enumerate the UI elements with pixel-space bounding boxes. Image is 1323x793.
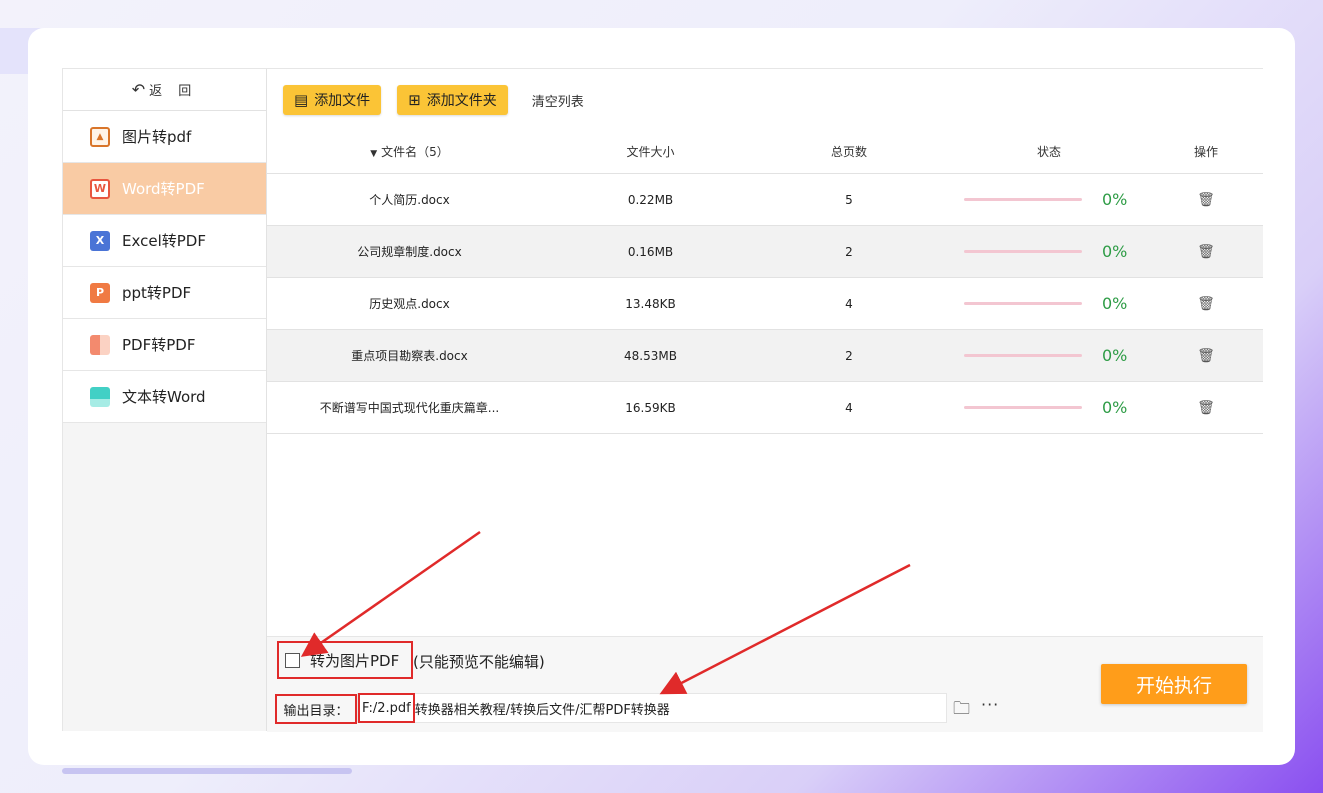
image-pdf-checkbox[interactable] bbox=[285, 652, 300, 668]
progress-percent: 0% bbox=[1102, 242, 1128, 261]
header-size: 文件大小 bbox=[626, 144, 675, 159]
file-size: 16.59KB bbox=[625, 400, 676, 415]
more-options-icon[interactable]: ··· bbox=[981, 695, 999, 714]
file-pages: 5 bbox=[845, 192, 853, 207]
table-header: ▼ 文件名（5） 文件大小 总页数 状态 操作 bbox=[267, 129, 1263, 174]
progress-percent: 0% bbox=[1102, 398, 1128, 417]
table-row[interactable]: 个人简历.docx 0.22MB 5 0% 🗑 bbox=[267, 174, 1263, 226]
text-icon bbox=[90, 386, 110, 407]
file-status: 0% bbox=[949, 398, 1149, 417]
pdf-icon bbox=[90, 334, 110, 355]
add-file-button[interactable]: ▤ 添加文件 bbox=[283, 85, 382, 115]
file-table: ▼ 文件名（5） 文件大小 总页数 状态 操作 个人简历.docx 0.22MB … bbox=[267, 129, 1263, 434]
sidebar-item-label: Excel转PDF bbox=[122, 232, 206, 250]
progress-bar bbox=[964, 354, 1082, 357]
file-size: 0.22MB bbox=[627, 192, 674, 207]
file-pages: 4 bbox=[845, 296, 853, 311]
add-file-label: 添加文件 bbox=[314, 93, 371, 109]
output-dir-prefix: F:/2.pdf bbox=[358, 693, 415, 723]
trash-icon[interactable]: 🗑 bbox=[1197, 348, 1215, 364]
add-folder-label: 添加文件夹 bbox=[426, 93, 497, 109]
trash-icon[interactable]: 🗑 bbox=[1197, 400, 1215, 416]
sidebar-item-image-to-pdf[interactable]: ▲ 图片转pdf bbox=[63, 111, 266, 163]
file-status: 0% bbox=[949, 294, 1149, 313]
sidebar-item-pdf-to-pdf[interactable]: PDF转PDF bbox=[63, 319, 266, 371]
header-filename[interactable]: ▼ 文件名（5） bbox=[267, 143, 552, 160]
trash-icon[interactable]: 🗑 bbox=[1197, 192, 1215, 208]
sidebar-item-label: PDF转PDF bbox=[122, 336, 196, 354]
output-dir-label: 输出目录： bbox=[275, 694, 357, 724]
image-pdf-note: (只能预览不能编辑) bbox=[413, 653, 545, 671]
file-size: 13.48KB bbox=[625, 296, 676, 311]
back-label: 返 回 bbox=[149, 84, 198, 99]
undo-arrow-icon: ↶ bbox=[131, 80, 146, 99]
sidebar-item-text-to-word[interactable]: 文本转Word bbox=[63, 371, 266, 423]
ppt-icon: P bbox=[90, 282, 110, 303]
file-status: 0% bbox=[949, 346, 1149, 365]
excel-icon: X bbox=[90, 230, 110, 251]
main-panel: ▤ 添加文件 ⊞ 添加文件夹 清空列表 ▼ 文件名（5） 文件大小 总页数 状态 … bbox=[267, 69, 1263, 732]
trash-icon[interactable]: 🗑 bbox=[1197, 296, 1215, 312]
add-folder-button[interactable]: ⊞ 添加文件夹 bbox=[397, 85, 508, 115]
image-pdf-option: 转为图片PDF bbox=[277, 641, 413, 679]
sidebar-item-word-to-pdf[interactable]: W Word转PDF bbox=[63, 163, 266, 215]
folder-open-icon[interactable]: 🗀 bbox=[953, 696, 970, 725]
background-line bbox=[62, 768, 352, 774]
header-action: 操作 bbox=[1193, 144, 1218, 159]
table-row[interactable]: 公司规章制度.docx 0.16MB 2 0% 🗑 bbox=[267, 226, 1263, 278]
file-name: 重点项目勘察表.docx bbox=[351, 349, 468, 363]
file-pages: 2 bbox=[845, 348, 853, 363]
start-button[interactable]: 开始执行 bbox=[1101, 664, 1247, 704]
output-dir-path: 转换器相关教程/转换后文件/汇帮PDF转换器 bbox=[414, 702, 670, 718]
file-status: 0% bbox=[949, 190, 1149, 209]
trash-icon[interactable]: 🗑 bbox=[1197, 244, 1215, 260]
sort-down-icon: ▼ bbox=[370, 148, 378, 159]
add-folder-icon: ⊞ bbox=[408, 91, 421, 109]
file-pages: 4 bbox=[845, 400, 853, 415]
sidebar-item-label: ppt转PDF bbox=[122, 284, 192, 302]
header-pages: 总页数 bbox=[830, 144, 867, 159]
progress-bar bbox=[964, 406, 1082, 409]
output-dir-field[interactable]: F:/2.pdf 转换器相关教程/转换后文件/汇帮PDF转换器 bbox=[357, 693, 947, 723]
header-status: 状态 bbox=[1036, 144, 1061, 159]
toolbar: ▤ 添加文件 ⊞ 添加文件夹 清空列表 bbox=[283, 85, 584, 115]
progress-percent: 0% bbox=[1102, 294, 1128, 313]
app-window: ↶ 返 回 ▲ 图片转pdf W Word转PDF X Excel转PDF P … bbox=[62, 68, 1263, 732]
header-filename-label: 文件名（5） bbox=[381, 144, 449, 159]
sidebar-item-ppt-to-pdf[interactable]: P ppt转PDF bbox=[63, 267, 266, 319]
sidebar-item-excel-to-pdf[interactable]: X Excel转PDF bbox=[63, 215, 266, 267]
image-pdf-label: 转为图片PDF bbox=[310, 651, 400, 670]
footer-options: 转为图片PDF (只能预览不能编辑) 输出目录： F:/2.pdf 转换器相关教程… bbox=[267, 636, 1263, 732]
file-size: 0.16MB bbox=[627, 244, 674, 259]
image-icon: ▲ bbox=[90, 126, 110, 147]
add-file-icon: ▤ bbox=[294, 91, 309, 109]
file-name: 公司规章制度.docx bbox=[357, 245, 462, 259]
clear-list-button[interactable]: 清空列表 bbox=[532, 91, 584, 110]
back-button[interactable]: ↶ 返 回 bbox=[63, 69, 266, 111]
file-name: 不断谱写中国式现代化重庆篇章... bbox=[319, 401, 500, 415]
file-name: 历史观点.docx bbox=[369, 297, 450, 311]
sidebar: ↶ 返 回 ▲ 图片转pdf W Word转PDF X Excel转PDF P … bbox=[63, 69, 267, 731]
progress-percent: 0% bbox=[1102, 190, 1128, 209]
progress-percent: 0% bbox=[1102, 346, 1128, 365]
progress-bar bbox=[964, 250, 1082, 253]
word-icon: W bbox=[90, 178, 110, 199]
file-status: 0% bbox=[949, 242, 1149, 261]
file-name: 个人简历.docx bbox=[369, 193, 450, 207]
progress-bar bbox=[964, 198, 1082, 201]
sidebar-item-label: Word转PDF bbox=[122, 180, 205, 198]
sidebar-item-label: 文本转Word bbox=[122, 388, 206, 406]
file-pages: 2 bbox=[845, 244, 853, 259]
sidebar-item-label: 图片转pdf bbox=[122, 128, 192, 146]
table-row[interactable]: 不断谱写中国式现代化重庆篇章... 16.59KB 4 0% 🗑 bbox=[267, 382, 1263, 434]
table-row[interactable]: 重点项目勘察表.docx 48.53MB 2 0% 🗑 bbox=[267, 330, 1263, 382]
progress-bar bbox=[964, 302, 1082, 305]
file-size: 48.53MB bbox=[624, 348, 677, 363]
table-row[interactable]: 历史观点.docx 13.48KB 4 0% 🗑 bbox=[267, 278, 1263, 330]
